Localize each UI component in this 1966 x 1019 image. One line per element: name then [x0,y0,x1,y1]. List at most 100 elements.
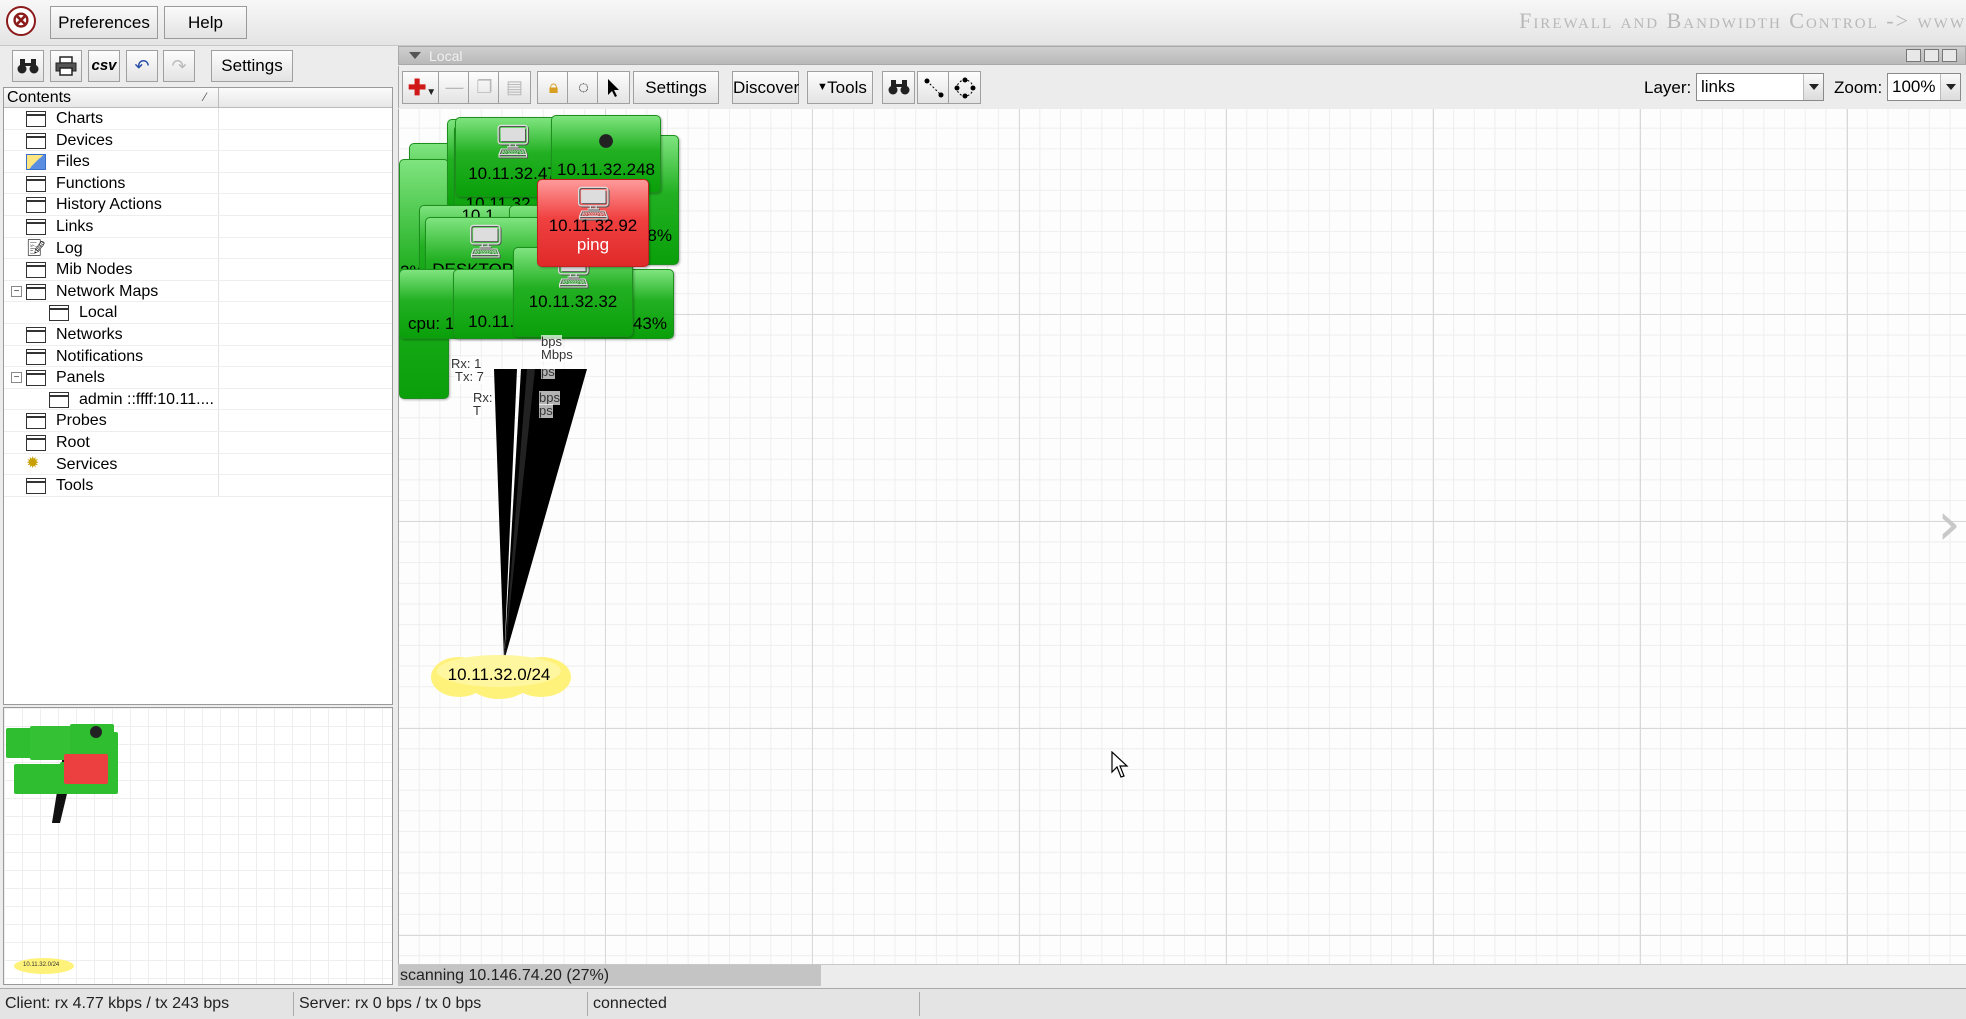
link-mbps-label: Mbps [541,347,573,362]
tree-item-label: Mib Nodes [56,261,133,279]
mouse-cursor-icon [1111,751,1129,778]
link-bps-label: ps [541,364,555,379]
chevron-down-icon [1803,74,1823,100]
discover-button[interactable]: Discover [732,71,799,104]
tree-item-label: Probes [56,412,107,430]
tree-item-label: Network Maps [56,282,159,300]
globe-icon: ● [596,121,616,157]
map-toolbar: ✚▼ — ❐ ▤ 🔒︎ ◌ Settings Discover ▼ Tools … [398,66,1966,108]
server-traffic-status: Server: rx 0 bps / tx 0 bps [296,992,588,1016]
auto-layout-icon[interactable] [917,71,950,104]
tree-item-label: Panels [56,369,105,387]
tree-item-label: Log [56,239,83,257]
layout-single-icon[interactable] [1942,49,1957,62]
window-icon [26,262,46,279]
circular-layout-icon[interactable] [948,71,981,104]
collapse-arrow-icon[interactable] [409,52,421,59]
layer-select[interactable]: links [1696,73,1824,101]
minimap[interactable]: 10.11.32.0/24 [3,707,393,985]
copy-icon[interactable]: ❐ [468,71,501,104]
window-icon [26,283,46,300]
computer-icon: 🖥︎ [573,185,614,221]
tree-item-label: Notifications [56,347,144,365]
collapse-toggle-icon[interactable]: − [11,372,22,384]
layer-select-value: links [1701,77,1736,96]
help-menu[interactable]: Help [164,6,247,39]
window-icon [26,413,46,430]
tree-item-links[interactable]: Links [4,215,392,238]
node-label: 10.11.32.248 [557,160,655,179]
undo-icon[interactable]: ↶ [126,50,158,82]
tree-item-log[interactable]: 📝︎ Log [4,237,392,260]
tree-item-label: Networks [56,325,123,343]
tree-header[interactable]: Contents ⁄ [4,88,392,108]
print-icon[interactable] [50,50,82,82]
minimap-drawing [6,724,118,974]
window-icon [26,132,46,149]
preferences-menu[interactable]: Preferences [50,6,158,39]
tree-item-services[interactable]: ✹ Services [4,453,392,476]
files-icon [26,154,46,171]
tree-item-charts[interactable]: Charts [4,108,392,130]
tree-item-networks[interactable]: Networks [4,323,392,346]
window-icon [26,111,46,127]
pointer-icon[interactable] [597,71,630,104]
zoom-select[interactable]: 100% [1887,73,1961,101]
tree-item-devices[interactable]: Devices [4,129,392,152]
tree-item-label: History Actions [56,196,162,214]
client-traffic-status: Client: rx 4.77 kbps / tx 243 bps [2,992,294,1016]
tree-item-local[interactable]: Local [4,302,392,324]
network-map-canvas[interactable]: 2% r 10.11.32.110 k: 98% 🖥︎ 10.11.32.47 … [398,109,1966,964]
settings-button[interactable]: Settings [211,50,293,82]
tree-item-history-actions[interactable]: History Actions [4,194,392,216]
redo-icon[interactable]: ↷ [163,50,195,82]
tree-item-notifications[interactable]: Notifications [4,345,392,368]
scan-progress-text: scanning 10.146.74.20 (27%) [400,967,610,984]
tree-item-functions[interactable]: Functions [4,172,392,195]
map-window-titlebar: Local [398,46,1966,65]
tree-item-label: Local [79,304,118,322]
dropdown-arrow-icon: ▼ [817,81,828,93]
paste-icon[interactable]: ▤ [498,71,531,104]
map-settings-button[interactable]: Settings [633,71,719,104]
find-binoculars-icon[interactable] [12,50,44,82]
app-logo-icon[interactable]: ⊗ [6,6,36,36]
window-icon [26,175,46,192]
window-icon [26,348,46,365]
tree-item-root[interactable]: Root [4,431,392,454]
scan-progress-bar: scanning 10.146.74.20 (27%) [398,964,1966,986]
collapse-toggle-icon[interactable]: − [11,285,22,297]
tree-item-label: Tools [56,477,94,495]
network-node-10-11-32-92-down[interactable]: 🖥︎ 10.11.32.92 ping [537,179,649,267]
tree-item-admin-ffff-10-11[interactable]: admin ::ffff:10.11.... [4,388,392,411]
chevron-right-icon[interactable]: › [1937,494,1961,554]
tree-item-network-maps[interactable]: − Network Maps [4,280,392,303]
remove-icon[interactable]: — [438,71,471,104]
window-icon [26,326,46,343]
left-toolbar: csv ↶ ↷ Settings [0,46,396,86]
select-lasso-icon[interactable]: ◌ [567,71,600,104]
link-tx-label: Tx: 7 [455,369,484,384]
window-icon [49,391,69,408]
tools-dropdown-label: Tools [827,78,867,97]
node-label: 10.11.32.92 [548,216,638,235]
layout-tile-icon[interactable] [1906,49,1921,62]
tree-item-panels[interactable]: − Panels [4,367,392,389]
layout-split-icon[interactable] [1924,49,1939,62]
tree-item-label: Services [56,455,118,473]
export-csv-button[interactable]: csv [88,50,120,82]
lock-icon[interactable]: 🔒︎ [537,71,570,104]
add-item-icon[interactable]: ✚▼ [402,71,442,104]
window-icon [26,197,46,214]
subnet-cloud[interactable]: 10.11.32.0/24 [429,649,579,699]
tree-item-probes[interactable]: Probes [4,410,392,432]
tree-item-label: admin ::ffff:10.11.... [79,390,214,408]
find-binoculars-icon[interactable] [882,71,915,104]
column-divider [218,88,219,108]
computer-icon: 🖥︎ [492,123,534,159]
tree-item-mib-nodes[interactable]: Mib Nodes [4,259,392,281]
tools-dropdown[interactable]: ▼ Tools [807,71,873,104]
tree-item-tools[interactable]: Tools [4,475,392,497]
contents-tree: Contents ⁄ Charts Devices Files Functions Hi… [3,87,393,705]
tree-item-files[interactable]: Files [4,151,392,173]
